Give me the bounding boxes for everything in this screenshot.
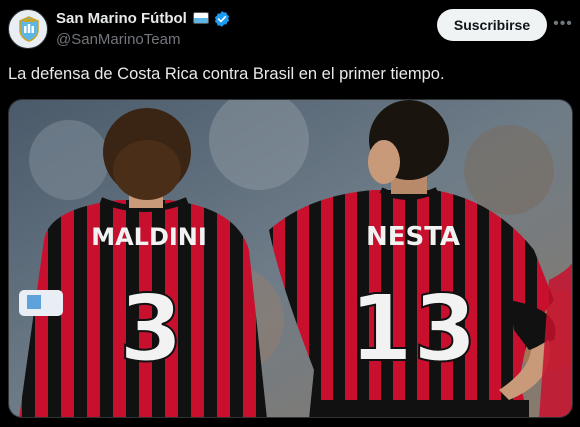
tweet-post: San Marino Fútbol @SanMarinoTeam Suscrib… xyxy=(0,0,580,427)
verified-badge-icon xyxy=(214,11,230,27)
jersey-number-left: 3 xyxy=(119,275,183,382)
jersey-number-right: 13 xyxy=(349,275,477,382)
san-marino-flag-icon xyxy=(193,12,209,24)
more-options-icon[interactable]: ••• xyxy=(553,14,573,34)
players-photo: MALDINI 3 NESTA 13 xyxy=(9,100,572,417)
jersey-name-left: MALDINI xyxy=(91,223,207,251)
post-text: La defensa de Costa Rica contra Brasil e… xyxy=(8,65,445,83)
author-avatar[interactable] xyxy=(8,9,48,49)
jersey-name-right: NESTA xyxy=(366,222,460,252)
author-handle[interactable]: @SanMarinoTeam xyxy=(56,31,180,48)
subscribe-button[interactable]: Suscribirse xyxy=(437,9,547,41)
author-name[interactable]: San Marino Fútbol xyxy=(56,10,187,27)
post-image[interactable]: MALDINI 3 NESTA 13 xyxy=(8,99,573,418)
san-marino-crest-icon xyxy=(19,16,39,42)
